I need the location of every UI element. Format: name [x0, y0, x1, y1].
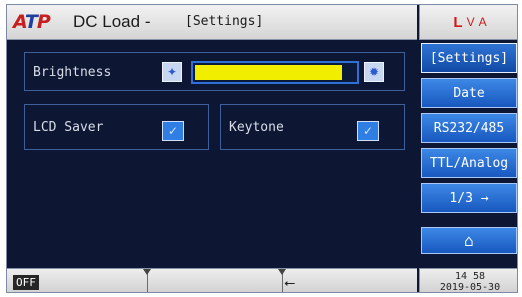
- home-icon[interactable]: ⌂: [421, 227, 517, 254]
- lcd-saver-label: LCD Saver: [33, 120, 104, 135]
- brightness-slider-fill: [195, 65, 342, 80]
- l-indicator-icon: L: [453, 13, 463, 31]
- brightness-label: Brightness: [33, 65, 112, 80]
- brightness-slider[interactable]: [191, 61, 359, 84]
- keytone-label: Keytone: [229, 120, 284, 135]
- output-state-badge: OFF: [13, 275, 39, 290]
- keytone-panel: Keytone ✓: [220, 104, 405, 150]
- menu-rs232-button[interactable]: RS232/485: [421, 113, 517, 143]
- brightness-panel: Brightness ✦ ✹: [24, 52, 405, 91]
- menu-date-button[interactable]: Date: [421, 78, 517, 108]
- menu-settings-button[interactable]: [Settings]: [421, 43, 517, 73]
- app-title: DC Load -: [73, 12, 151, 31]
- menu-ttl-analog-button[interactable]: TTL/Analog: [421, 148, 517, 178]
- brand-logo: ATP: [13, 10, 51, 34]
- lcd-saver-toggle[interactable]: ✓: [162, 121, 184, 141]
- keytone-toggle[interactable]: ✓: [357, 121, 379, 141]
- logo-text: ATP: [13, 11, 51, 33]
- clock-date: 2019-05-30: [439, 282, 501, 293]
- menu-page-next-button[interactable]: 1/3 →: [421, 183, 517, 213]
- a-indicator-icon: A: [478, 15, 487, 29]
- title-bar: ATP DC Load - [Settings]: [7, 5, 417, 40]
- brightness-increase-icon[interactable]: ✹: [364, 62, 384, 82]
- clock-time: 14 58: [454, 271, 486, 282]
- lcd-saver-panel: LCD Saver ✓: [24, 104, 209, 150]
- usb-icon: ⭠: [284, 274, 296, 290]
- status-indicators: L V A: [419, 5, 517, 40]
- device-screen: ATP DC Load - [Settings] L V A [Settings…: [6, 4, 518, 293]
- page-title: [Settings]: [185, 14, 264, 29]
- brightness-decrease-icon[interactable]: ✦: [162, 62, 182, 82]
- divider-notch: [143, 269, 151, 275]
- v-indicator-icon: V: [466, 15, 475, 29]
- bottom-status-bar: OFF ⭠: [7, 268, 417, 292]
- clock-display: 14 58 2019-05-30: [419, 268, 517, 293]
